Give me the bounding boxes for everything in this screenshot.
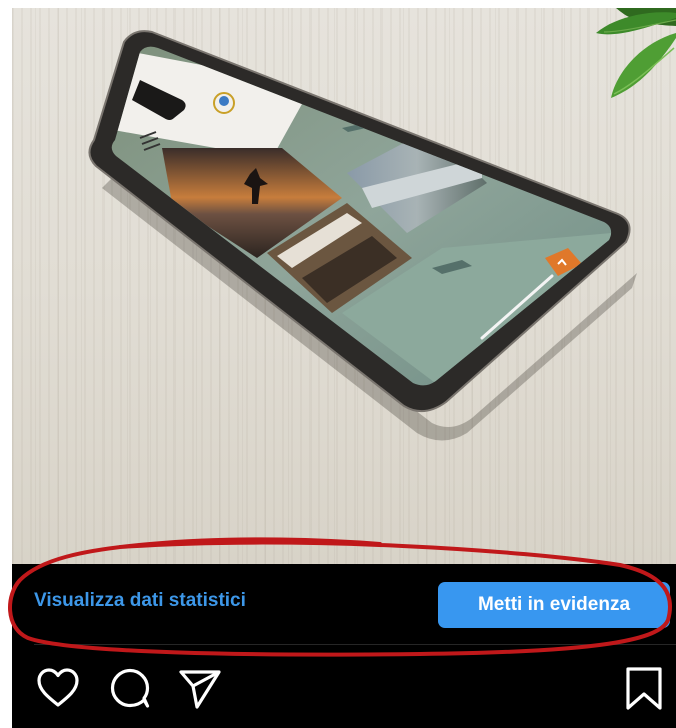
heart-icon[interactable] (34, 664, 82, 712)
comment-icon[interactable] (106, 664, 154, 712)
promote-button[interactable]: Metti in evidenza (438, 582, 670, 628)
view-insights-link[interactable]: Visualizza dati statistici (34, 590, 246, 612)
post-photo (12, 8, 676, 564)
bookmark-icon[interactable] (620, 664, 668, 712)
phone-mockup (88, 30, 637, 441)
post-action-row (12, 648, 676, 728)
insights-bar: Visualizza dati statistici Metti in evid… (12, 564, 676, 648)
send-icon[interactable] (176, 664, 224, 712)
divider (34, 644, 676, 645)
